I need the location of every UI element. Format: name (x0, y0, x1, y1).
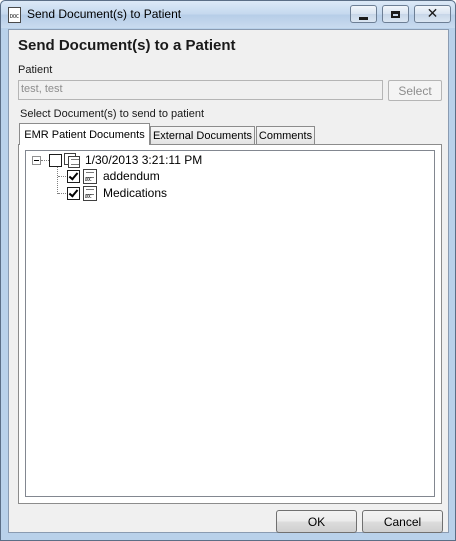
document-stack-icon (64, 153, 80, 168)
tab-panel-emr-patient-documents: 1/30/2013 3:21:11 PM DOC addendum DOC Me… (18, 144, 442, 504)
dialog-window: DOC Send Document(s) to Patient ✕ Send D… (0, 0, 456, 541)
dialog-client-area: Send Document(s) to a Patient Patient te… (8, 29, 449, 533)
tree-connector (57, 167, 58, 194)
patient-field[interactable]: test, test (18, 80, 383, 100)
maximize-icon (391, 10, 400, 18)
tab-emr-patient-documents[interactable]: EMR Patient Documents (19, 123, 150, 145)
doc-file-icon: DOC (83, 169, 97, 184)
document-icon: DOC (8, 7, 21, 23)
tab-comments[interactable]: Comments (256, 126, 315, 144)
select-patient-button[interactable]: Select (388, 80, 442, 101)
close-button[interactable]: ✕ (414, 5, 451, 23)
maximize-button[interactable] (382, 5, 409, 23)
doc-file-icon: DOC (83, 186, 97, 201)
minimize-button[interactable] (350, 5, 377, 23)
medications-checkbox[interactable] (67, 187, 80, 200)
root-node-checkbox[interactable] (49, 154, 62, 167)
close-icon: ✕ (426, 6, 439, 22)
ok-button[interactable]: OK (276, 510, 357, 533)
tree-connector (58, 176, 66, 177)
addendum-checkbox[interactable] (67, 170, 80, 183)
cancel-button[interactable]: Cancel (362, 510, 443, 533)
dialog-heading: Send Document(s) to a Patient (18, 37, 236, 54)
tree-connector (41, 160, 49, 161)
minimize-icon (359, 16, 368, 20)
tree-node-medications[interactable]: Medications (103, 186, 167, 200)
patient-label: Patient (18, 64, 53, 76)
tree-connector (58, 193, 66, 194)
tab-external-documents[interactable]: External Documents (150, 126, 255, 144)
document-tree[interactable]: 1/30/2013 3:21:11 PM DOC addendum DOC Me… (25, 150, 435, 497)
tree-node-date[interactable]: 1/30/2013 3:21:11 PM (85, 153, 202, 167)
window-title: Send Document(s) to Patient (27, 7, 182, 21)
documents-group-label: Select Document(s) to send to patient (20, 108, 205, 120)
tree-node-addendum[interactable]: addendum (103, 169, 160, 183)
title-bar[interactable]: DOC Send Document(s) to Patient ✕ (1, 1, 455, 28)
collapse-toggle[interactable] (32, 156, 41, 165)
